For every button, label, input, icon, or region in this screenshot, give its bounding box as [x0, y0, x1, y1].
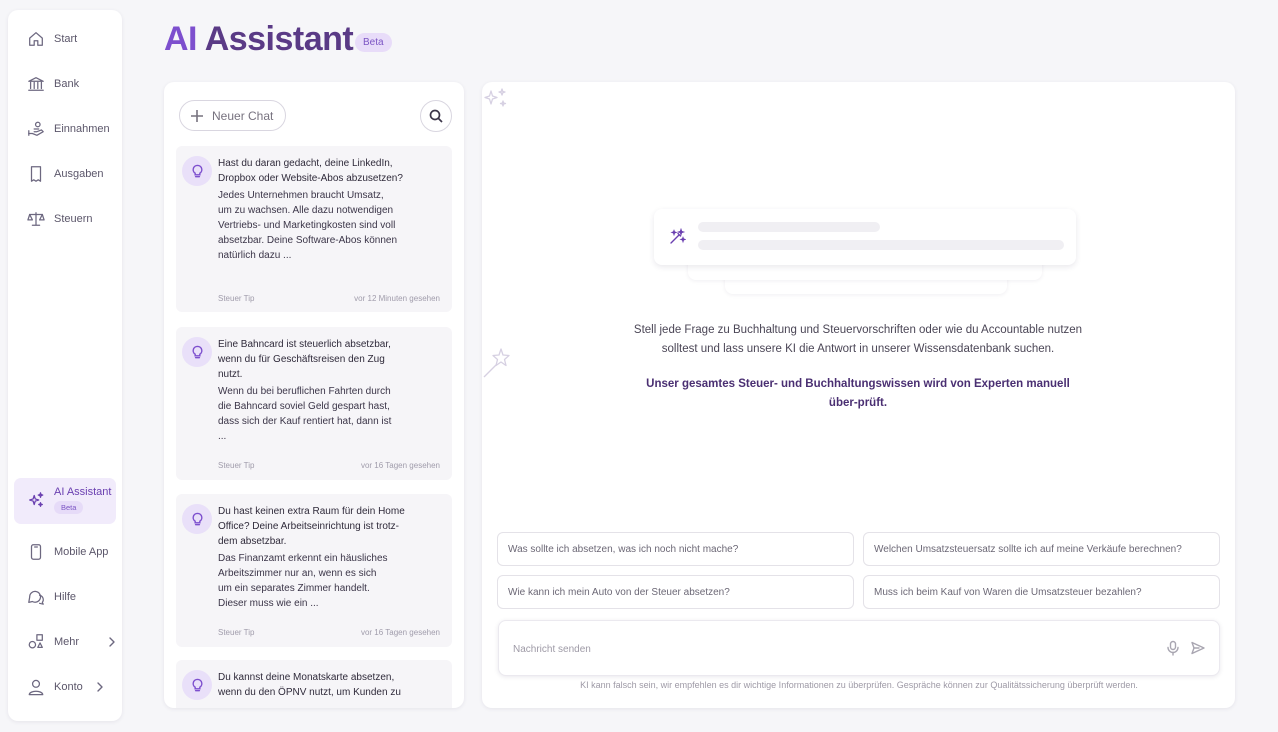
- assistant-main-panel: Stell jede Frage zu Buchhaltung und Steu…: [482, 82, 1235, 708]
- sidebar-item-label: Start: [54, 33, 78, 45]
- income-icon: [28, 121, 44, 136]
- tip-card[interactable]: Du kannst deine Monatskarte absetzen, we…: [176, 660, 452, 708]
- skeleton-line: [698, 222, 880, 232]
- send-button[interactable]: [1190, 640, 1206, 656]
- sidebar-item-ausgaben[interactable]: Ausgaben: [14, 157, 116, 191]
- tip-card[interactable]: Eine Bahncard ist steuerlich absetzbar, …: [176, 327, 452, 480]
- receipt-icon: [30, 166, 42, 182]
- tip-time: vor 12 Minuten gesehen: [354, 294, 440, 303]
- sidebar-item-label: Konto: [54, 681, 83, 693]
- sidebar-item-start[interactable]: Start: [14, 22, 116, 56]
- skeleton-line: [698, 240, 1064, 250]
- tip-body: Das Finanzamt erkennt ein häusliches Arb…: [218, 553, 388, 609]
- microphone-icon: [1167, 640, 1179, 656]
- sidebar-item-konto[interactable]: Konto: [14, 670, 116, 704]
- sidebar-item-label: Mehr: [54, 636, 80, 648]
- lightbulb-icon: [192, 164, 202, 177]
- tip-card[interactable]: Hast du daran gedacht, deine LinkedIn, D…: [176, 146, 452, 312]
- chevron-right-icon: [97, 682, 103, 692]
- tip-icon-wrap: [182, 504, 212, 534]
- page-title-rest: Assistant: [204, 20, 354, 58]
- chat-bubbles-icon: [28, 590, 44, 605]
- tip-tag: Steuer Tip: [218, 628, 255, 637]
- disclaimer-text: KI kann falsch sein, wir empfehlen es di…: [580, 680, 1138, 690]
- lightbulb-icon: [192, 345, 202, 358]
- sidebar-item-ai-assistant[interactable]: AI Assistant Beta: [14, 478, 116, 524]
- page-title-ai: AI: [164, 20, 198, 58]
- illustration-card: [654, 209, 1076, 265]
- sidebar-item-mobile-app[interactable]: Mobile App: [14, 535, 116, 569]
- new-chat-button[interactable]: Neuer Chat: [179, 100, 287, 131]
- suggestion-chip[interactable]: Welchen Umsatzsteuersatz sollte ich auf …: [863, 532, 1220, 566]
- tip-card[interactable]: Du hast keinen extra Raum für dein Home …: [176, 494, 452, 647]
- sparkle-decoration-icon: [484, 88, 507, 107]
- tip-icon-wrap: [182, 337, 212, 367]
- sidebar-item-hilfe[interactable]: Hilfe: [14, 580, 116, 614]
- beta-badge: Beta: [54, 501, 84, 514]
- sidebar-item-label: Bank: [54, 78, 80, 90]
- intro-strong-text: Unser gesamtes Steuer- und Buchhaltungsw…: [646, 378, 1070, 409]
- magic-wand-icon: [670, 228, 686, 244]
- bank-icon: [28, 77, 44, 91]
- sidebar-item-bank[interactable]: Bank: [14, 67, 116, 101]
- new-chat-label: Neuer Chat: [212, 108, 274, 123]
- sparkles-icon: [29, 492, 44, 507]
- message-composer: [498, 620, 1220, 676]
- sidebar: Start Bank Einnahmen Ausgaben Steuern AI…: [8, 10, 122, 721]
- beta-badge: Beta: [355, 33, 392, 52]
- suggestion-chip[interactable]: Was sollte ich absetzen, was ich noch ni…: [497, 532, 854, 566]
- page-title: AI Assistant: [164, 20, 354, 59]
- chevron-right-icon: [109, 637, 115, 647]
- chat-list-panel: Neuer Chat Hast du daran gedacht, deine …: [164, 82, 464, 708]
- tip-tag: Steuer Tip: [218, 294, 255, 303]
- sidebar-item-steuern[interactable]: Steuern: [14, 202, 116, 236]
- tip-tag: Steuer Tip: [218, 461, 255, 470]
- tip-icon-wrap: [182, 670, 212, 700]
- tip-title: Du hast keinen extra Raum für dein Home …: [218, 506, 405, 547]
- tip-time: vor 16 Tagen gesehen: [360, 461, 440, 470]
- suggestion-chip[interactable]: Muss ich beim Kauf von Waren die Umsatzs…: [863, 575, 1220, 609]
- plus-icon: [191, 109, 203, 122]
- sidebar-item-label: Hilfe: [54, 591, 77, 603]
- tip-title: Du kannst deine Monatskarte absetzen, we…: [218, 672, 401, 698]
- lightbulb-icon: [192, 512, 202, 525]
- sidebar-item-label: Einnahmen: [54, 123, 110, 135]
- tip-icon-wrap: [182, 156, 212, 186]
- sidebar-item-label: Steuern: [54, 213, 93, 225]
- tip-title: Hast du daran gedacht, deine LinkedIn, D…: [218, 158, 403, 184]
- microphone-button[interactable]: [1165, 640, 1181, 656]
- scale-icon: [27, 212, 45, 226]
- tip-title: Eine Bahncard ist steuerlich absetzbar, …: [218, 339, 391, 380]
- search-icon: [429, 109, 443, 123]
- search-button[interactable]: [420, 100, 452, 132]
- message-input[interactable]: [513, 639, 1113, 659]
- lightbulb-icon: [192, 678, 202, 691]
- user-icon: [28, 679, 44, 696]
- sidebar-item-einnahmen[interactable]: Einnahmen: [14, 112, 116, 146]
- intro-text: Stell jede Frage zu Buchhaltung und Steu…: [633, 324, 1083, 355]
- sidebar-item-mehr[interactable]: Mehr: [14, 625, 116, 659]
- shapes-icon: [28, 634, 43, 649]
- sidebar-item-label: Mobile App: [54, 546, 109, 558]
- sidebar-item-label: Ausgaben: [54, 168, 104, 180]
- tip-time: vor 16 Tagen gesehen: [360, 628, 440, 637]
- sidebar-item-label: AI Assistant: [54, 486, 112, 498]
- magic-wand-decoration-icon: [483, 348, 510, 378]
- suggestion-chip[interactable]: Wie kann ich mein Auto von der Steuer ab…: [497, 575, 854, 609]
- home-icon: [29, 32, 43, 46]
- phone-icon: [30, 544, 42, 560]
- tip-body: Wenn du bei beruflichen Fahrten durch di…: [218, 386, 392, 442]
- send-icon: [1191, 641, 1205, 655]
- tip-body: Jedes Unternehmen braucht Umsatz, um zu …: [218, 190, 397, 261]
